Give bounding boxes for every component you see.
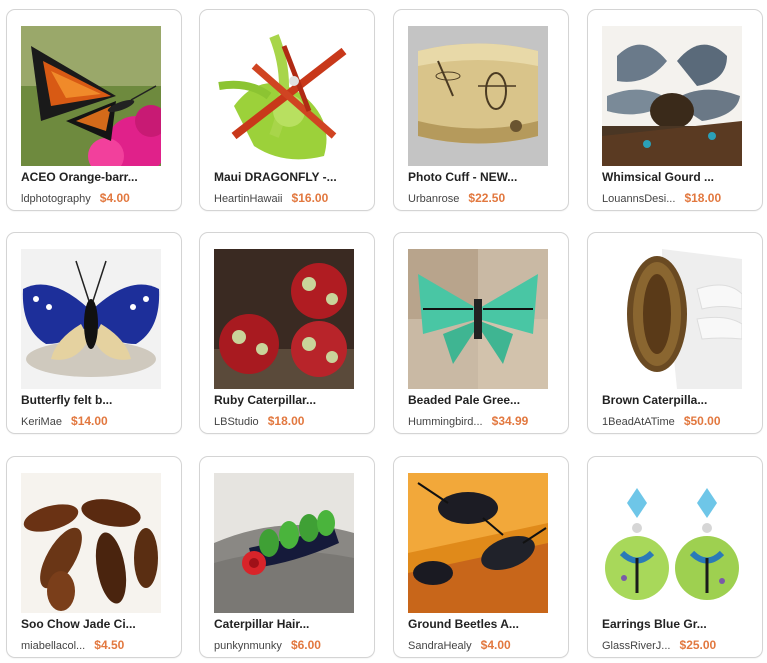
shop-name[interactable]: 1BeadAtATime: [602, 416, 675, 428]
price: $6.00: [290, 638, 321, 652]
listing-title[interactable]: Soo Chow Jade Ci...: [21, 617, 171, 631]
listing-card[interactable]: ACEO Orange-barr... ldphotography $4.00: [6, 9, 182, 211]
listing-title[interactable]: Beaded Pale Gree...: [408, 393, 558, 407]
listing-title[interactable]: Photo Cuff - NEW...: [408, 170, 558, 184]
listing-image[interactable]: [214, 249, 354, 389]
price: $16.00: [291, 191, 329, 205]
listing-card[interactable]: Whimsical Gourd ... LouannsDesi... $18.0…: [587, 9, 763, 211]
listing-image[interactable]: [408, 473, 548, 613]
earrings-photo: [602, 473, 742, 613]
listing-image[interactable]: [214, 26, 354, 166]
listing-title[interactable]: Earrings Blue Gr...: [602, 617, 752, 631]
listing-image[interactable]: [21, 473, 161, 613]
beaded-butterfly-photo: [408, 249, 548, 389]
listing-card[interactable]: Earrings Blue Gr... GlassRiverJ... $25.0…: [587, 456, 763, 658]
listing-card[interactable]: Ground Beetles A... SandraHealy $4.00: [393, 456, 569, 658]
listing-meta: LBStudio $18.00: [214, 414, 370, 428]
price: $18.00: [267, 414, 305, 428]
shop-name[interactable]: GlassRiverJ...: [602, 640, 670, 652]
price: $4.00: [480, 638, 511, 652]
price: $4.50: [94, 638, 125, 652]
listing-image[interactable]: [602, 26, 742, 166]
listing-title[interactable]: Butterfly felt b...: [21, 393, 171, 407]
shop-name[interactable]: SandraHealy: [408, 640, 472, 652]
listing-card[interactable]: Ruby Caterpillar... LBStudio $18.00: [199, 232, 375, 434]
price: $4.00: [99, 191, 130, 205]
price: $25.00: [679, 638, 717, 652]
shop-name[interactable]: Urbanrose: [408, 193, 459, 205]
butterfly-photo: [21, 26, 161, 166]
listing-card[interactable]: Photo Cuff - NEW... Urbanrose $22.50: [393, 9, 569, 211]
beetles-photo: [408, 473, 548, 613]
listing-image[interactable]: [408, 26, 548, 166]
hairclip-photo: [214, 473, 354, 613]
listing-image[interactable]: [21, 249, 161, 389]
shop-name[interactable]: Hummingbird...: [408, 416, 483, 428]
listing-title[interactable]: Maui DRAGONFLY -...: [214, 170, 364, 184]
listing-image[interactable]: [214, 473, 354, 613]
price: $22.50: [468, 191, 506, 205]
bracelet-photo: [602, 249, 742, 389]
listing-meta: 1BeadAtATime $50.00: [602, 414, 758, 428]
cuff-photo: [408, 26, 548, 166]
price: $18.00: [684, 191, 722, 205]
listing-image[interactable]: [408, 249, 548, 389]
listing-card[interactable]: Caterpillar Hair... punkynmunky $6.00: [199, 456, 375, 658]
listing-image[interactable]: [602, 473, 742, 613]
listing-card[interactable]: Butterfly felt b... KeriMae $14.00: [6, 232, 182, 434]
felt-butterfly-photo: [21, 249, 161, 389]
listing-image[interactable]: [602, 249, 742, 389]
listing-meta: Hummingbird... $34.99: [408, 414, 564, 428]
listing-card[interactable]: Beaded Pale Gree... Hummingbird... $34.9…: [393, 232, 569, 434]
listing-title[interactable]: Ruby Caterpillar...: [214, 393, 364, 407]
shop-name[interactable]: HeartinHawaii: [214, 193, 282, 205]
listing-grid: ACEO Orange-barr... ldphotography $4.00 …: [0, 0, 767, 663]
listing-meta: HeartinHawaii $16.00: [214, 191, 370, 205]
listing-meta: GlassRiverJ... $25.00: [602, 638, 758, 652]
price: $34.99: [491, 414, 529, 428]
listing-meta: punkynmunky $6.00: [214, 638, 370, 652]
beads-photo: [214, 249, 354, 389]
listing-image[interactable]: [21, 26, 161, 166]
shop-name[interactable]: LBStudio: [214, 416, 259, 428]
listing-meta: Urbanrose $22.50: [408, 191, 564, 205]
shop-name[interactable]: LouannsDesi...: [602, 193, 675, 205]
price: $14.00: [71, 414, 108, 428]
listing-card[interactable]: Maui DRAGONFLY -... HeartinHawaii $16.00: [199, 9, 375, 211]
listing-meta: KeriMae $14.00: [21, 414, 177, 428]
listing-card[interactable]: Brown Caterpilla... 1BeadAtATime $50.00: [587, 232, 763, 434]
shop-name[interactable]: miabellacol...: [21, 640, 85, 652]
listing-title[interactable]: ACEO Orange-barr...: [21, 170, 171, 184]
listing-meta: miabellacol... $4.50: [21, 638, 177, 652]
price: $50.00: [683, 414, 721, 428]
shop-name[interactable]: punkynmunky: [214, 640, 282, 652]
listing-meta: SandraHealy $4.00: [408, 638, 564, 652]
listing-meta: LouannsDesi... $18.00: [602, 191, 758, 205]
listing-title[interactable]: Caterpillar Hair...: [214, 617, 364, 631]
shop-name[interactable]: ldphotography: [21, 193, 91, 205]
listing-title[interactable]: Brown Caterpilla...: [602, 393, 752, 407]
gourd-photo: [602, 26, 742, 166]
listing-title[interactable]: Whimsical Gourd ...: [602, 170, 752, 184]
dragonfly-photo: [214, 26, 354, 166]
shop-name[interactable]: KeriMae: [21, 416, 62, 428]
listing-title[interactable]: Ground Beetles A...: [408, 617, 558, 631]
listing-meta: ldphotography $4.00: [21, 191, 177, 205]
cicadas-photo: [21, 473, 161, 613]
listing-card[interactable]: Soo Chow Jade Ci... miabellacol... $4.50: [6, 456, 182, 658]
